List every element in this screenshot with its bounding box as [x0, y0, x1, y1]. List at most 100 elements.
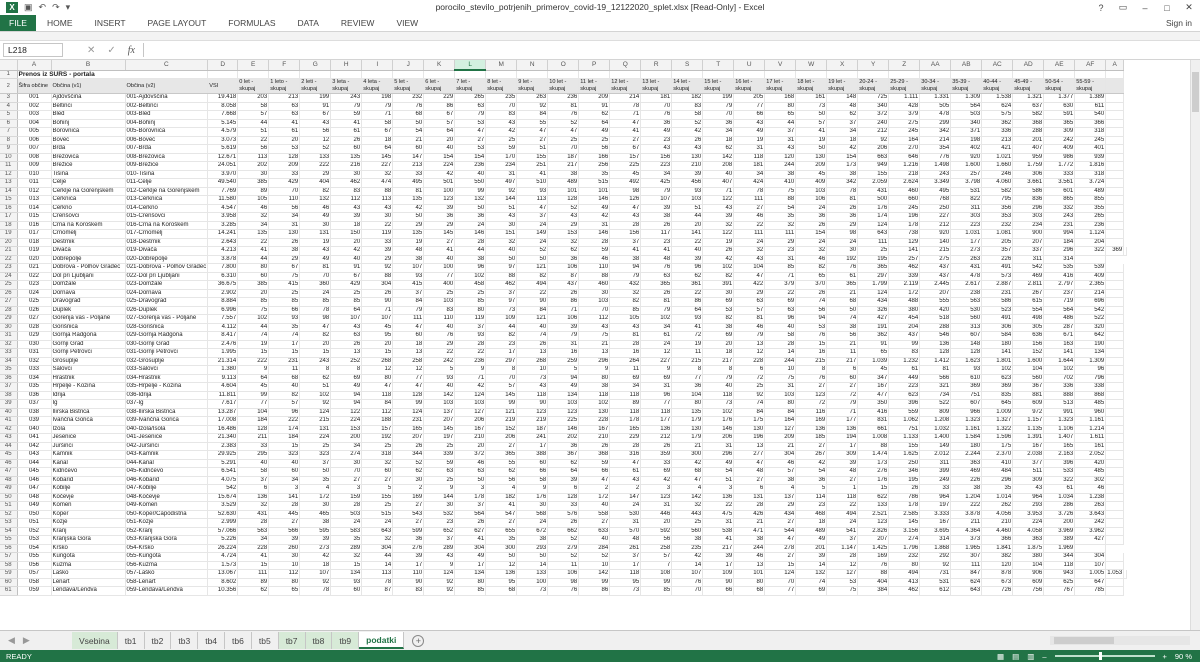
population-cell[interactable]: 123 — [547, 408, 580, 418]
population-cell[interactable]: 41 — [671, 323, 704, 333]
population-cell[interactable]: 3.953 — [1012, 510, 1045, 520]
municipality-name[interactable]: Bohinj — [51, 119, 126, 129]
population-cell[interactable]: 15 — [764, 561, 797, 571]
population-cell[interactable]: 655 — [485, 527, 518, 537]
population-cell[interactable]: 991 — [1043, 408, 1076, 418]
sheet-tab-vsebina[interactable]: Vsebina — [72, 632, 118, 649]
column-label[interactable]: Občina (v1) — [51, 78, 126, 95]
population-cell[interactable]: 154 — [423, 153, 456, 163]
population-cell[interactable]: 77 — [392, 374, 425, 384]
population-cell[interactable]: 309 — [1012, 476, 1045, 486]
population-cell[interactable]: 136 — [640, 425, 673, 435]
population-cell[interactable]: 2.999 — [207, 518, 239, 528]
population-cell[interactable]: 19 — [733, 136, 766, 146]
municipality-name-v2[interactable]: 024-Dornava — [125, 289, 209, 299]
population-cell[interactable]: 56 — [826, 331, 859, 341]
zoom-in-icon[interactable]: + — [1163, 652, 1167, 661]
population-cell[interactable]: 16 — [795, 348, 828, 358]
municipality-name-v2[interactable]: 035-Hrpelje - Kozina — [125, 382, 209, 392]
population-cell[interactable]: 623 — [981, 374, 1014, 384]
population-cell[interactable]: 76 — [423, 331, 456, 341]
population-cell[interactable]: 112 — [578, 314, 611, 324]
population-cell[interactable]: 30 — [299, 501, 332, 511]
sheet-tab-tb5[interactable]: tb5 — [252, 632, 279, 649]
population-cell[interactable]: 124 — [299, 408, 332, 418]
population-cell[interactable]: 145 — [423, 229, 456, 239]
municipality-name[interactable]: Kidričevo — [51, 467, 126, 477]
population-cell[interactable]: 88 — [578, 272, 611, 282]
population-cell[interactable]: 83 — [888, 348, 921, 358]
population-cell[interactable]: 539 — [1074, 263, 1107, 273]
population-cell[interactable]: 21 — [392, 136, 425, 146]
population-cell[interactable]: 43 — [671, 144, 704, 154]
population-cell[interactable]: 1.772 — [1043, 161, 1076, 171]
population-cell[interactable]: 82 — [485, 331, 518, 341]
municipality-name[interactable]: Kozje — [51, 518, 126, 528]
population-cell[interactable]: 42 — [578, 212, 611, 222]
population-cell[interactable]: 70 — [547, 144, 580, 154]
population-cell[interactable]: 1.021 — [981, 153, 1014, 163]
population-cell[interactable]: 835 — [981, 391, 1014, 401]
column-label[interactable]: VSI — [207, 78, 239, 95]
column-label[interactable]: 18 let - skupaj — [795, 78, 828, 95]
population-cell[interactable]: 2.887 — [981, 280, 1014, 290]
population-cell[interactable]: 15 — [237, 348, 270, 358]
population-cell[interactable]: 67 — [299, 110, 332, 120]
population-cell[interactable]: 27 — [826, 382, 859, 392]
municipality-code[interactable]: 048 — [17, 493, 52, 503]
population-cell[interactable]: 197 — [919, 501, 952, 511]
population-cell[interactable]: 146 — [547, 425, 580, 435]
population-cell[interactable]: 157 — [361, 425, 394, 435]
population-cell[interactable]: 77 — [733, 102, 766, 112]
municipality-name-v2[interactable]: 032-Grosuplje — [125, 357, 209, 367]
population-cell[interactable]: 49 — [702, 459, 735, 469]
municipality-name-v2[interactable]: 007-Brda — [125, 144, 209, 154]
population-cell[interactable]: 78 — [733, 187, 766, 197]
population-cell[interactable]: 105 — [609, 314, 642, 324]
population-cell[interactable]: 10 — [764, 365, 797, 375]
population-cell[interactable]: 100 — [516, 578, 549, 588]
population-cell[interactable]: 396 — [1043, 459, 1076, 469]
population-cell[interactable]: 538 — [702, 527, 735, 537]
population-cell[interactable]: 169 — [392, 493, 425, 503]
column-header[interactable]: T — [702, 60, 735, 71]
population-cell[interactable]: 29.925 — [207, 450, 239, 460]
population-cell[interactable]: 50 — [454, 476, 487, 486]
municipality-code[interactable]: 032 — [17, 357, 52, 367]
population-cell[interactable]: 102 — [702, 408, 735, 418]
population-cell[interactable]: 40 — [423, 323, 456, 333]
municipality-name-v2[interactable]: 028-Gorišnica — [125, 323, 209, 333]
population-cell[interactable]: 206 — [485, 433, 518, 443]
population-cell[interactable]: 28 — [454, 340, 487, 350]
redo-icon[interactable]: ↷ — [52, 2, 60, 13]
population-cell[interactable]: 34 — [702, 127, 735, 137]
population-cell[interactable]: 209 — [578, 93, 611, 103]
population-cell[interactable]: 118 — [609, 391, 642, 401]
municipality-name-v2[interactable]: 005-Borovnica — [125, 127, 209, 137]
population-cell[interactable]: 64 — [547, 467, 580, 477]
population-cell[interactable]: 35 — [981, 484, 1014, 494]
population-cell[interactable]: 4 — [299, 484, 332, 494]
municipality-name[interactable]: Cerknica — [51, 195, 126, 205]
population-cell[interactable]: 40 — [578, 501, 611, 511]
population-cell[interactable]: 236 — [454, 357, 487, 367]
population-cell[interactable]: 21 — [826, 289, 859, 299]
population-cell[interactable]: 85 — [237, 297, 270, 307]
population-cell[interactable]: 18 — [702, 136, 735, 146]
municipality-name-v2[interactable]: 015-Črenšovci — [125, 212, 209, 222]
population-cell[interactable]: 756 — [1012, 586, 1045, 596]
municipality-code[interactable]: 001 — [17, 93, 52, 103]
population-cell[interactable]: 40 — [702, 170, 735, 180]
population-cell[interactable]: 136 — [237, 493, 270, 503]
population-cell[interactable]: 611 — [1074, 102, 1107, 112]
population-cell[interactable]: 4.056 — [981, 510, 1014, 520]
population-cell[interactable]: 56 — [640, 535, 673, 545]
population-cell[interactable]: 49 — [795, 535, 828, 545]
population-cell[interactable]: 429 — [330, 280, 363, 290]
population-cell[interactable]: 165 — [1043, 442, 1076, 452]
population-cell[interactable]: 623 — [888, 391, 921, 401]
population-cell[interactable]: 134 — [454, 569, 487, 579]
population-cell[interactable]: 359 — [640, 450, 673, 460]
population-cell[interactable]: 41 — [454, 535, 487, 545]
population-cell[interactable]: 642 — [1074, 331, 1107, 341]
